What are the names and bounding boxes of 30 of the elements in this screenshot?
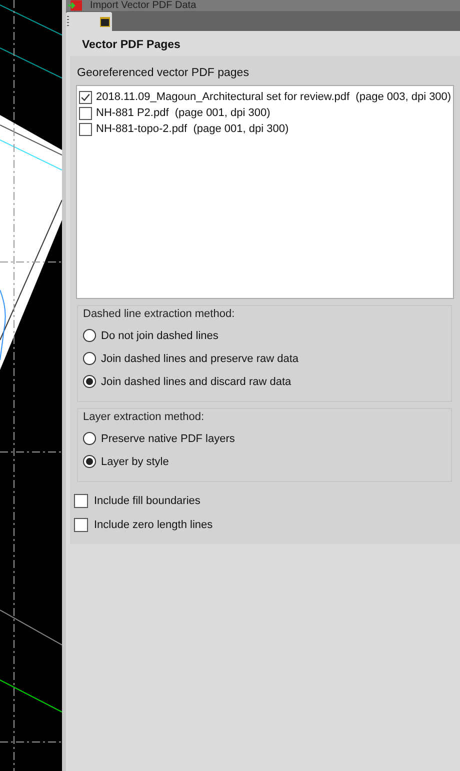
group-label: Dashed line extraction method: [83, 308, 236, 320]
window-icon [100, 16, 110, 26]
window-title: Import Vector PDF Data [90, 0, 196, 11]
tab[interactable] [66, 12, 112, 31]
list-item[interactable]: NH-881 P2.pdf (page 001, dpi 300) [96, 107, 270, 119]
radio-label[interactable]: Join dashed lines and preserve raw data [101, 352, 299, 364]
checkbox-label[interactable]: Include fill boundaries [94, 495, 200, 507]
checkbox[interactable] [79, 106, 92, 120]
grip-icon [67, 14, 70, 28]
list-label: Georeferenced vector PDF pages [76, 66, 250, 81]
radio-label[interactable]: Layer by style [101, 456, 169, 468]
radio-label[interactable]: Do not join dashed lines [101, 330, 218, 342]
section-heading: Vector PDF Pages [81, 39, 182, 53]
checkbox[interactable] [79, 90, 92, 104]
checkbox[interactable] [74, 518, 88, 532]
checkbox-label[interactable]: Include zero length lines [94, 519, 213, 531]
group-label: Layer extraction method: [83, 411, 206, 423]
checkbox[interactable] [79, 122, 92, 136]
list-item[interactable]: 2018.11.09_Magoun_Architectural set for review.pdf (page 003, dpi 300) [96, 91, 452, 103]
list-item[interactable]: NH-881-topo-2.pdf (page 001, dpi 300) [96, 123, 289, 135]
radio-button[interactable] [83, 455, 96, 468]
radio-button[interactable] [83, 375, 96, 388]
radio-button[interactable] [83, 329, 96, 342]
radio-button[interactable] [83, 432, 96, 445]
radio-button[interactable] [83, 352, 96, 365]
radio-label[interactable]: Join dashed lines and discard raw data [101, 376, 292, 388]
checkbox[interactable] [74, 494, 88, 508]
pages-list[interactable]: 2018.11.09_Magoun_Architectural set for review.pdf (page 003, dpi 300) NH-881 P2.pdf (page 001, dpi 300) NH-881-topo-2.pdf (page 001, dpi 300) [76, 85, 454, 299]
app-icon [68, 0, 82, 11]
radio-label[interactable]: Preserve native PDF layers [101, 432, 235, 444]
